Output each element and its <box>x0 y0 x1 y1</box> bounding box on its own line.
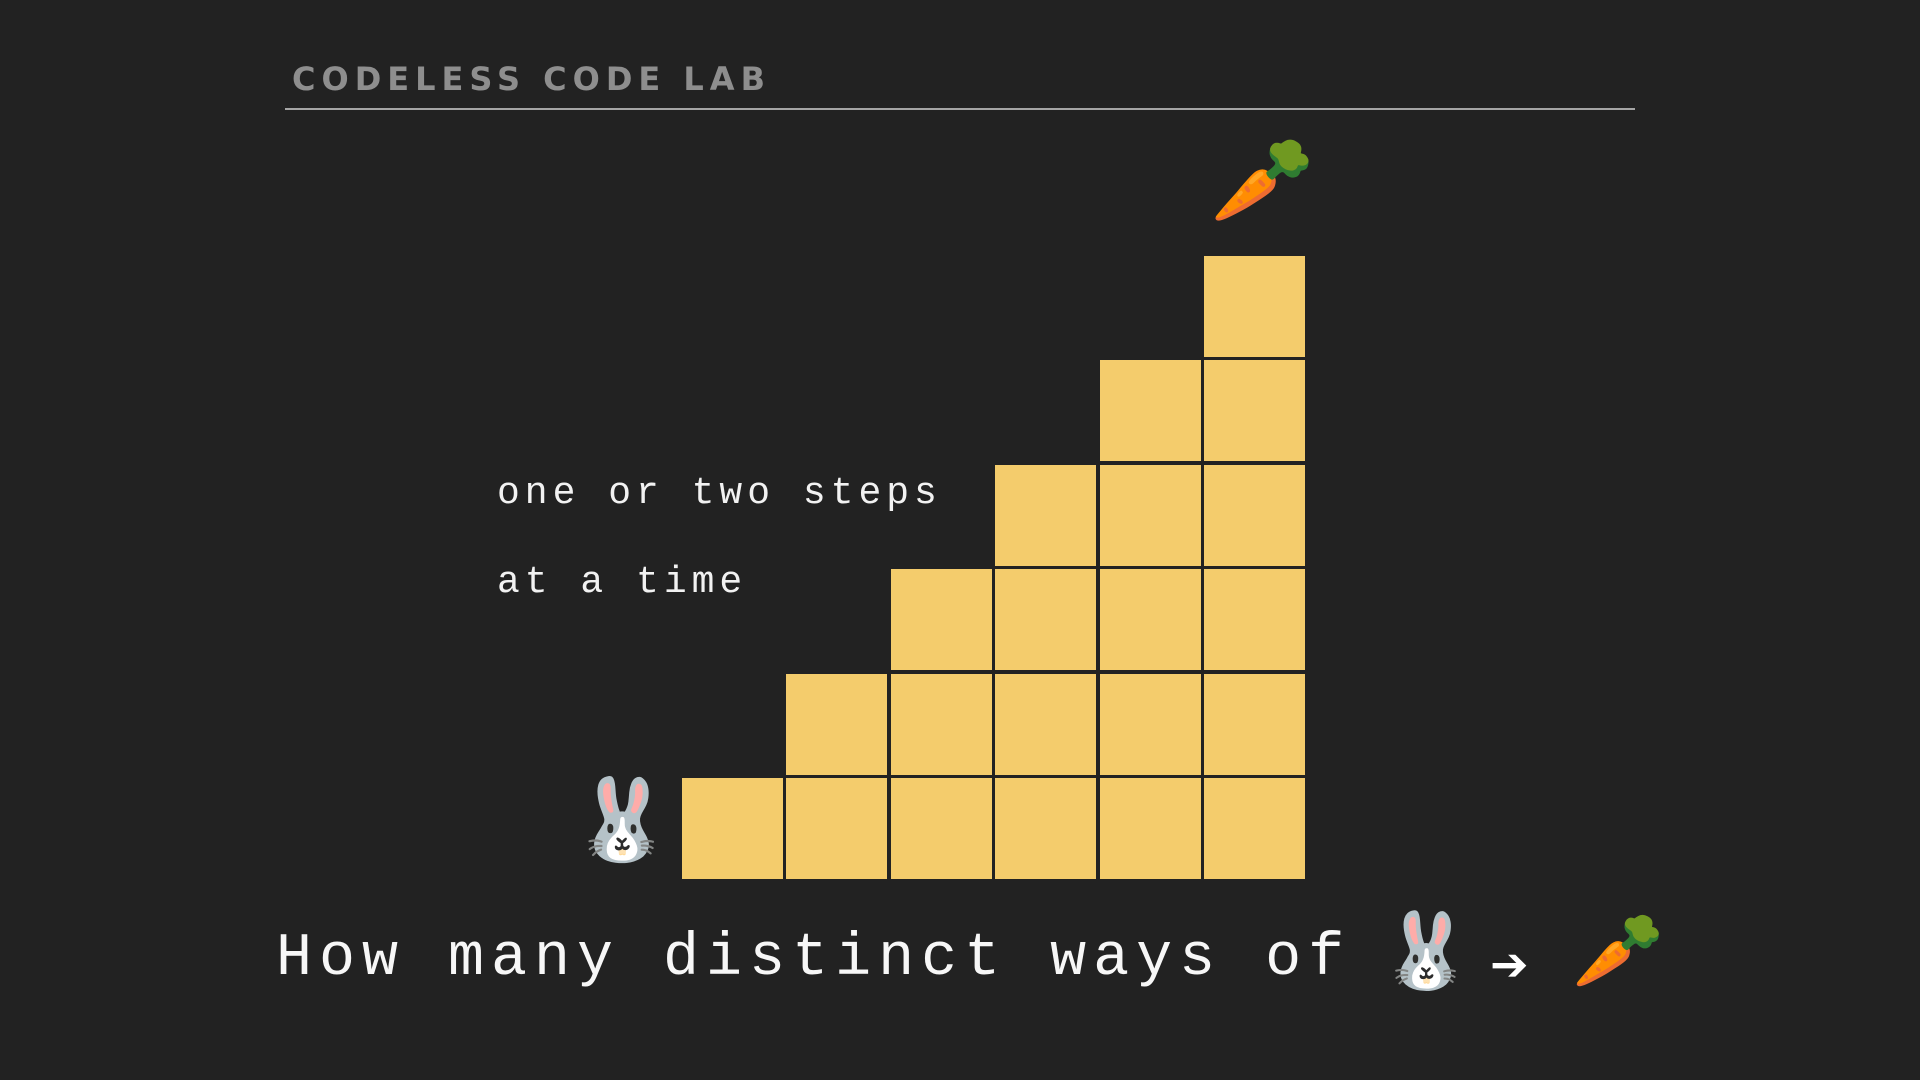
stair-block <box>891 569 992 670</box>
carrot-goal-icon: 🥕 <box>1210 131 1315 229</box>
header-divider <box>285 108 1635 110</box>
stair-block <box>786 674 887 775</box>
question-text: How many distinct ways of <box>276 925 1352 993</box>
question-rabbit-icon: 🐰 <box>1380 908 1473 994</box>
slide: CODELESS CODE LAB one or two steps at a … <box>0 0 1920 1080</box>
header-title: CODELESS CODE LAB <box>292 60 771 98</box>
stair-block <box>1100 569 1201 670</box>
stair-block <box>995 569 1096 670</box>
stair-block <box>1100 674 1201 775</box>
stair-block <box>1204 569 1305 670</box>
stair-block <box>995 778 1096 879</box>
stair-block <box>1100 778 1201 879</box>
stair-block <box>995 465 1096 566</box>
right-arrow-icon: ➔ <box>1490 937 1529 991</box>
stair-block <box>891 778 992 879</box>
stair-block <box>1204 465 1305 566</box>
caption-line-1: one or two steps <box>497 472 942 515</box>
stair-block <box>891 674 992 775</box>
stair-block <box>682 778 783 879</box>
stair-block <box>786 778 887 879</box>
caption-line-2: at a time <box>497 561 748 604</box>
stair-block <box>1204 360 1305 461</box>
rabbit-start-icon: 🐰 <box>572 773 672 866</box>
stair-block <box>995 674 1096 775</box>
stair-block <box>1100 360 1201 461</box>
stair-block <box>1204 256 1305 357</box>
stair-block <box>1100 465 1201 566</box>
question-carrot-icon: 🥕 <box>1572 908 1665 994</box>
stair-block <box>1204 778 1305 879</box>
stair-block <box>1204 674 1305 775</box>
